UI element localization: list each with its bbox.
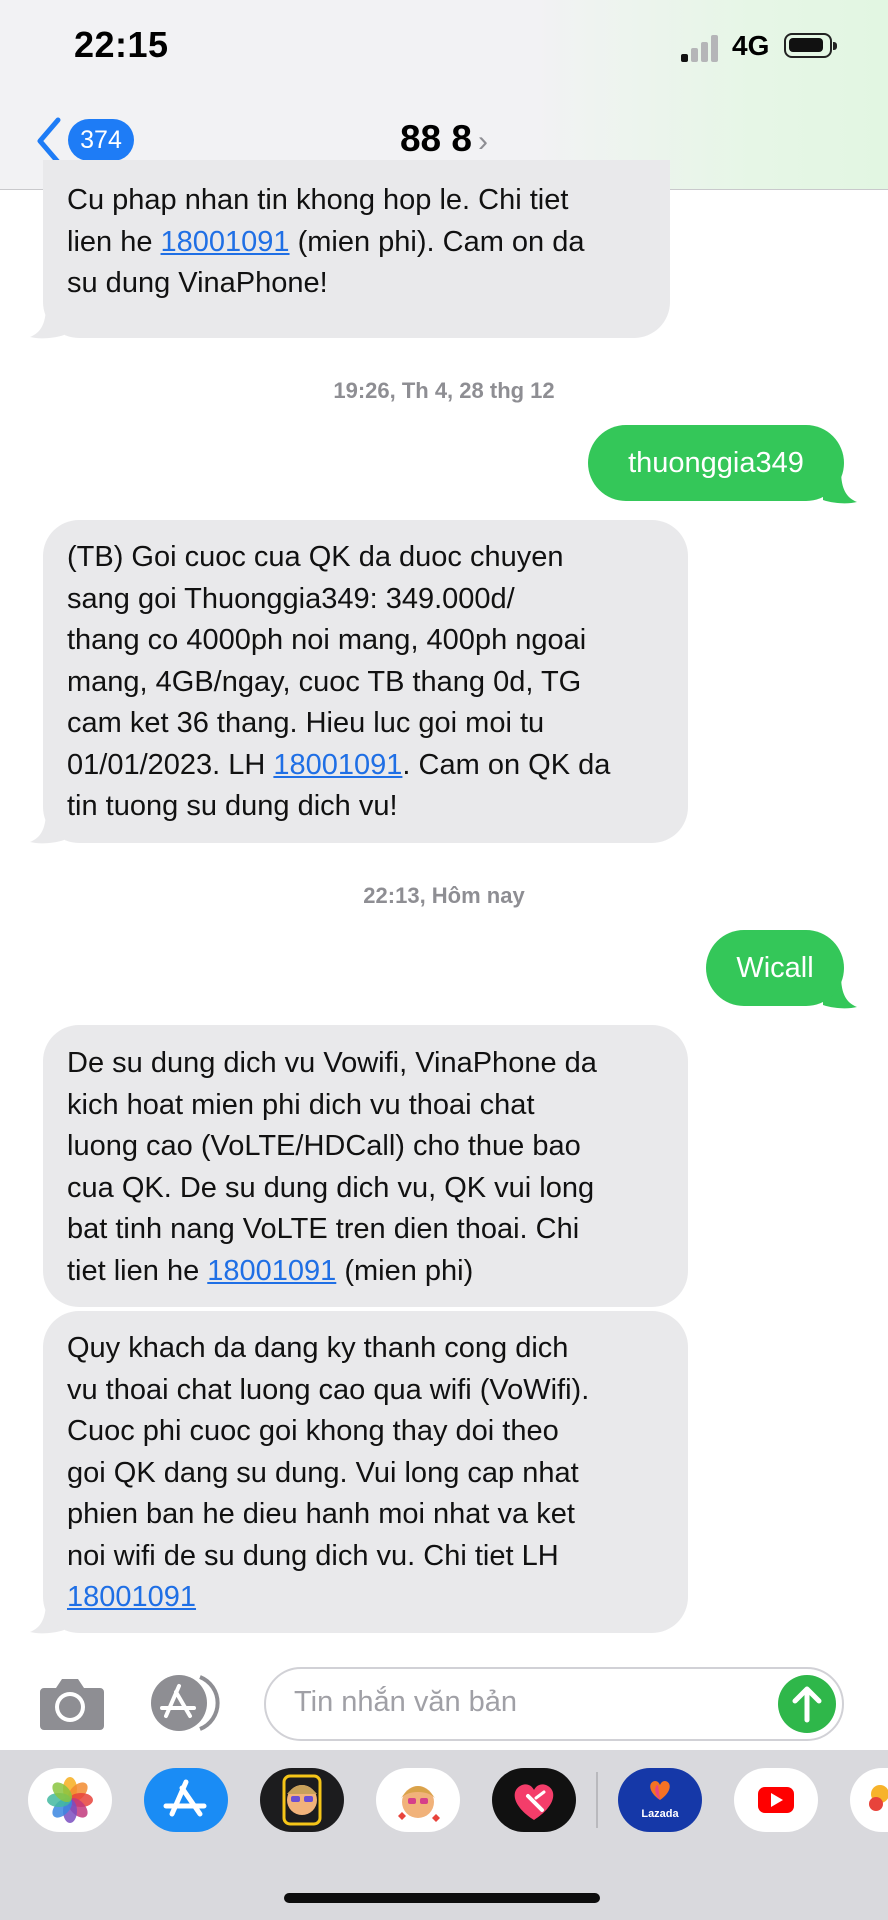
memoji-icon [282, 1774, 322, 1826]
lazada-app[interactable]: Lazada [618, 1768, 702, 1832]
camera-icon[interactable] [34, 1674, 106, 1732]
message-bubble-outgoing[interactable]: Wicall [706, 930, 844, 1006]
message-text: Quy khach da dang ky thanh cong dich [67, 1332, 569, 1364]
phone-link[interactable]: 18001091 [273, 749, 402, 781]
cellular-signal-icon [681, 34, 725, 62]
youtube-icon [758, 1787, 794, 1813]
message-text: tiet lien he 18001091 (mien phi) [67, 1254, 474, 1287]
message-bubble-incoming[interactable]: Cu phap nhan tin khong hop le. Chi tiet … [43, 160, 670, 338]
message-text: phien ban he dieu hanh moi nhat va ket [67, 1498, 575, 1530]
message-text: su dung VinaPhone! [67, 267, 328, 299]
contact-name[interactable]: 88 8 › [0, 118, 888, 160]
message-text: bat tinh nang VoLTE tren dien thoai. Chi [67, 1213, 580, 1245]
photos-app[interactable] [28, 1768, 112, 1832]
message-text: 01/01/2023. LH 18001091. Cam on QK da [67, 748, 611, 781]
phone-link[interactable]: 18001091 [161, 226, 290, 258]
message-bubble-incoming[interactable]: De su dung dich vu Vowifi, VinaPhone da … [43, 1025, 688, 1307]
message-bubble-incoming[interactable]: Quy khach da dang ky thanh cong dich vu … [43, 1311, 688, 1633]
home-indicator [284, 1893, 600, 1903]
phone-link[interactable]: 18001091 [207, 1255, 336, 1287]
network-type: 4G [732, 30, 770, 61]
message-text: goi QK dang su dung. Vui long cap nhat [67, 1456, 579, 1489]
message-text: sang goi Thuonggia349: 349.000d/ [67, 582, 515, 615]
message-text: cua QK. De su dung dich vu, QK vui long [67, 1171, 595, 1204]
tray-divider [596, 1772, 598, 1828]
timestamp: 22:13, Hôm nay [363, 883, 525, 908]
message-text: Cuoc phi cuoc goi khong thay doi theo [67, 1415, 559, 1447]
message-text: luong cao (VoLTE/HDCall) cho thue bao [67, 1130, 581, 1162]
app-store-app[interactable] [144, 1768, 228, 1832]
photos-icon [47, 1777, 93, 1823]
memoji-app[interactable] [260, 1768, 344, 1832]
message-text: De su dung dich vu Vowifi, VinaPhone da [67, 1047, 597, 1079]
status-time: 22:15 [74, 24, 169, 65]
lazada-icon: Lazada [641, 1781, 680, 1820]
heart-app[interactable] [492, 1768, 576, 1832]
heart-app-icon [514, 1784, 554, 1820]
message-bubble-incoming[interactable]: (TB) Goi cuoc cua QK da duoc chuyen sang… [43, 520, 688, 843]
message-text: vu thoai chat luong cao qua wifi (VoWifi… [67, 1373, 590, 1406]
message-text: lien he 18001091 (mien phi). Cam on da [67, 225, 585, 258]
battery-icon [784, 33, 837, 58]
app-store-icon[interactable] [150, 1674, 228, 1732]
lazada-label: Lazada [641, 1808, 679, 1820]
message-text: thang co 4000ph noi mang, 400ph ngoai [67, 624, 587, 656]
message-text: noi wifi de su dung dich vu. Chi tiet LH [67, 1539, 559, 1572]
message-text: kich hoat mien phi dich vu thoai chat [67, 1088, 535, 1121]
message-text: (TB) Goi cuoc cua QK da duoc chuyen [67, 541, 564, 573]
app-store-icon [163, 1779, 207, 1817]
youtube-app[interactable] [734, 1768, 818, 1832]
phone-link[interactable]: 18001091 [67, 1577, 664, 1619]
message-text: tin tuong su dung dich vu! [67, 790, 398, 822]
send-button[interactable] [778, 1675, 836, 1733]
message-text: mang, 4GB/ngay, cuoc TB thang 0d, TG [67, 665, 582, 698]
send-arrow-icon [792, 1686, 822, 1723]
message-input-placeholder: Tin nhắn văn bản [294, 1686, 518, 1718]
message-text: Cu phap nhan tin khong hop le. Chi tiet [67, 184, 569, 216]
contact-label: 88 8 [399, 118, 472, 159]
timestamp: 19:26, Th 4, 28 thg 12 [333, 378, 555, 403]
chevron-right-icon: › [478, 125, 488, 158]
memoji-stickers-app[interactable] [376, 1768, 460, 1832]
memoji-stickers-icon [398, 1786, 440, 1822]
message-text: cam ket 36 thang. Hieu luc goi moi tu [67, 707, 545, 739]
message-input[interactable]: Tin nhắn văn bản [264, 1667, 844, 1741]
message-bubble-outgoing[interactable]: thuonggia349 [588, 425, 844, 501]
